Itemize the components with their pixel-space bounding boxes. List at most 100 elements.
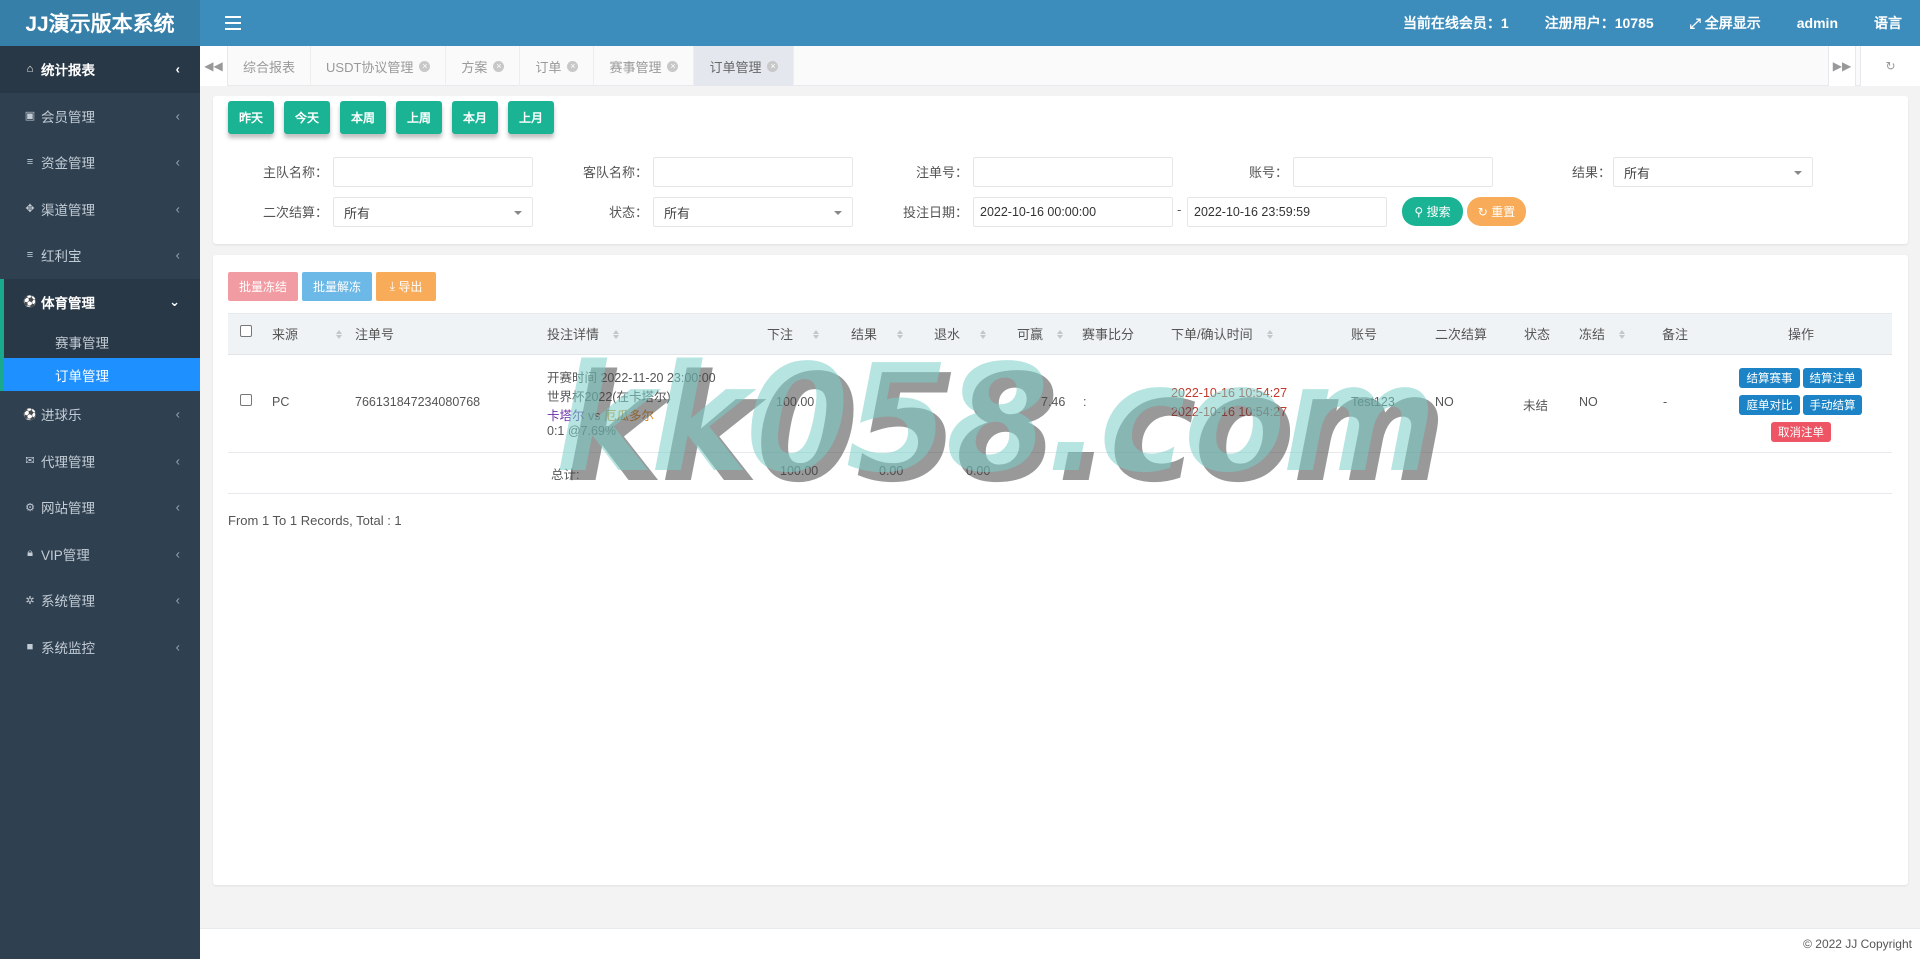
- tabs-scroll-left-icon[interactable]: ◀◀: [200, 46, 228, 86]
- tab-label: 方案: [461, 59, 488, 75]
- sidebar-item-goal-fun[interactable]: ⚽ 进球乐 ‹: [0, 391, 200, 438]
- col-order-no: 注单号: [355, 327, 395, 342]
- row-second-settle: NO: [1435, 395, 1454, 409]
- sidebar-item-website[interactable]: ⚙ 网站管理 ‹: [0, 484, 200, 531]
- col-source[interactable]: 来源: [272, 314, 343, 356]
- col-order-time[interactable]: 下单/确认时间: [1171, 314, 1273, 356]
- sidebar-item-agents[interactable]: ✉ 代理管理 ‹: [0, 438, 200, 485]
- chevron-down-icon: [834, 211, 842, 215]
- account-input[interactable]: [1293, 157, 1493, 187]
- sidebar-subitem-orders[interactable]: 订单管理: [4, 358, 200, 391]
- refresh-icon[interactable]: ↻: [1860, 46, 1920, 86]
- quick-today-button[interactable]: 今天: [284, 101, 330, 134]
- quick-this-month-button[interactable]: 本月: [452, 101, 498, 134]
- registered-users-count: 注册用户：10785: [1544, 15, 1654, 31]
- order-no-input[interactable]: [973, 157, 1173, 187]
- tab-label: 综合报表: [243, 59, 296, 75]
- paw-icon: ✥: [25, 203, 35, 216]
- row-divider: [228, 452, 1892, 453]
- col-win[interactable]: 可赢: [1017, 314, 1064, 356]
- col-bet[interactable]: 下注: [767, 314, 820, 356]
- close-icon[interactable]: ×: [567, 60, 579, 72]
- settle-order-button[interactable]: 结算注单: [1803, 368, 1862, 388]
- export-button[interactable]: ⤓ 导出: [376, 272, 436, 301]
- tab-events[interactable]: 赛事管理 ×: [594, 46, 695, 86]
- language-menu[interactable]: 语言: [1856, 13, 1920, 33]
- sidebar-submenu-sports: 赛事管理 订单管理: [0, 325, 200, 391]
- row-order-time: 2022-10-16 10:54:27: [1171, 386, 1288, 400]
- row-confirm-time: 2022-10-16 10:54:27: [1171, 405, 1288, 419]
- settle-event-button[interactable]: 结算赛事: [1739, 368, 1800, 388]
- quick-yesterday-button[interactable]: 昨天: [228, 101, 274, 134]
- fullscreen-button[interactable]: ⤢ 全屏显示: [1672, 13, 1779, 33]
- close-icon[interactable]: ×: [493, 60, 505, 72]
- col-frozen[interactable]: 冻结: [1579, 314, 1626, 356]
- tab-usdt-protocol[interactable]: USDT协议管理 ×: [311, 46, 447, 86]
- user-menu[interactable]: admin: [1779, 15, 1856, 31]
- online-members-count: 当前在线会员：1: [1402, 15, 1509, 31]
- second-settle-value: 所有: [344, 205, 371, 221]
- manual-settle-button[interactable]: 手动结算: [1803, 395, 1862, 415]
- quick-last-month-button[interactable]: 上月: [508, 101, 554, 134]
- footer: © 2022 JJ Copyright: [200, 928, 1920, 959]
- cancel-order-button[interactable]: 取消注单: [1771, 422, 1831, 442]
- sidebar-item-label: 代理管理: [41, 454, 95, 470]
- sort-icon: [897, 330, 904, 340]
- col-status: 状态: [1524, 327, 1551, 342]
- tab-label: 订单: [535, 59, 562, 75]
- tab-orders[interactable]: 订单 ×: [520, 46, 595, 86]
- sidebar-item-vip[interactable]: 🔒︎ VIP管理 ‹: [0, 531, 200, 578]
- sidebar-subitem-events[interactable]: 赛事管理: [4, 325, 200, 358]
- col-result[interactable]: 结果: [851, 314, 904, 356]
- reset-button[interactable]: ↻ 重置: [1467, 197, 1526, 226]
- account-label: 账号：: [1248, 165, 1288, 180]
- row-detail-odds: 0:1 @7.69%: [547, 424, 616, 438]
- sidebar-item-label: 系统监控: [41, 640, 95, 656]
- sidebar-item-sports[interactable]: ⚽ 体育管理 ⌄: [0, 278, 200, 325]
- quick-this-week-button[interactable]: 本周: [340, 101, 386, 134]
- total-bet: 100.00: [780, 464, 819, 478]
- result-select-value: 所有: [1624, 165, 1651, 181]
- date-to-input[interactable]: 2022-10-16 23:59:59: [1187, 197, 1387, 227]
- col-rebate[interactable]: 退水: [934, 314, 987, 356]
- close-icon[interactable]: ×: [667, 60, 679, 72]
- sidebar-item-funds[interactable]: ≡ 资金管理 ‹: [0, 139, 200, 186]
- chevron-down-icon: ⌄: [169, 293, 180, 309]
- sidebar-item-bonus[interactable]: ≡ 红利宝 ‹: [0, 232, 200, 279]
- away-team-input[interactable]: [653, 157, 853, 187]
- chevron-left-icon: ‹: [175, 453, 180, 469]
- sidebar-item-channels[interactable]: ✥ 渠道管理 ‹: [0, 186, 200, 233]
- tab-plans[interactable]: 方案 ×: [446, 46, 521, 86]
- date-from-input[interactable]: 2022-10-16 00:00:00: [973, 197, 1173, 227]
- menu-toggle-icon[interactable]: [222, 12, 244, 34]
- sidebar-item-label: 统计报表: [41, 63, 95, 79]
- search-button[interactable]: ⚲ 搜索: [1402, 197, 1463, 226]
- order-compare-button[interactable]: 庭单对比: [1739, 395, 1800, 415]
- col-bet-detail[interactable]: 投注详情: [547, 314, 620, 356]
- sort-icon: [1057, 330, 1064, 340]
- download-icon: ⤓: [389, 279, 395, 293]
- total-label: 总计:: [551, 468, 580, 482]
- tabs-scroll-right-icon[interactable]: ▶▶: [1828, 46, 1856, 86]
- sidebar-item-stats-report[interactable]: ⌂ 统计报表 ‹: [0, 46, 200, 93]
- batch-unfreeze-button[interactable]: 批量解冻: [302, 272, 372, 301]
- sidebar-item-label: 体育管理: [41, 295, 95, 311]
- tab-overview-report[interactable]: 综合报表: [228, 46, 312, 86]
- row-detail-teams: 卡塔尔 vs 厄瓜多尔: [547, 405, 654, 424]
- close-icon[interactable]: ×: [419, 60, 431, 72]
- batch-freeze-button[interactable]: 批量冻结: [228, 272, 298, 301]
- status-select[interactable]: 所有: [653, 197, 853, 227]
- quick-last-week-button[interactable]: 上周: [396, 101, 442, 134]
- second-settle-select[interactable]: 所有: [333, 197, 533, 227]
- col-ops: 操作: [1788, 327, 1815, 342]
- close-icon[interactable]: ×: [767, 60, 779, 72]
- row-checkbox[interactable]: [240, 394, 252, 406]
- sidebar-item-monitor[interactable]: ■ 系统监控 ‹: [0, 624, 200, 671]
- select-all-checkbox[interactable]: [240, 325, 252, 337]
- result-select[interactable]: 所有: [1613, 157, 1813, 187]
- tab-order-management[interactable]: 订单管理 ×: [694, 46, 795, 86]
- home-team-input[interactable]: [333, 157, 533, 187]
- sidebar-item-members[interactable]: ▣ 会员管理 ‹: [0, 93, 200, 140]
- sidebar-item-system[interactable]: ✲ 系统管理 ‹: [0, 577, 200, 624]
- away-team-label: 客队名称：: [582, 165, 648, 180]
